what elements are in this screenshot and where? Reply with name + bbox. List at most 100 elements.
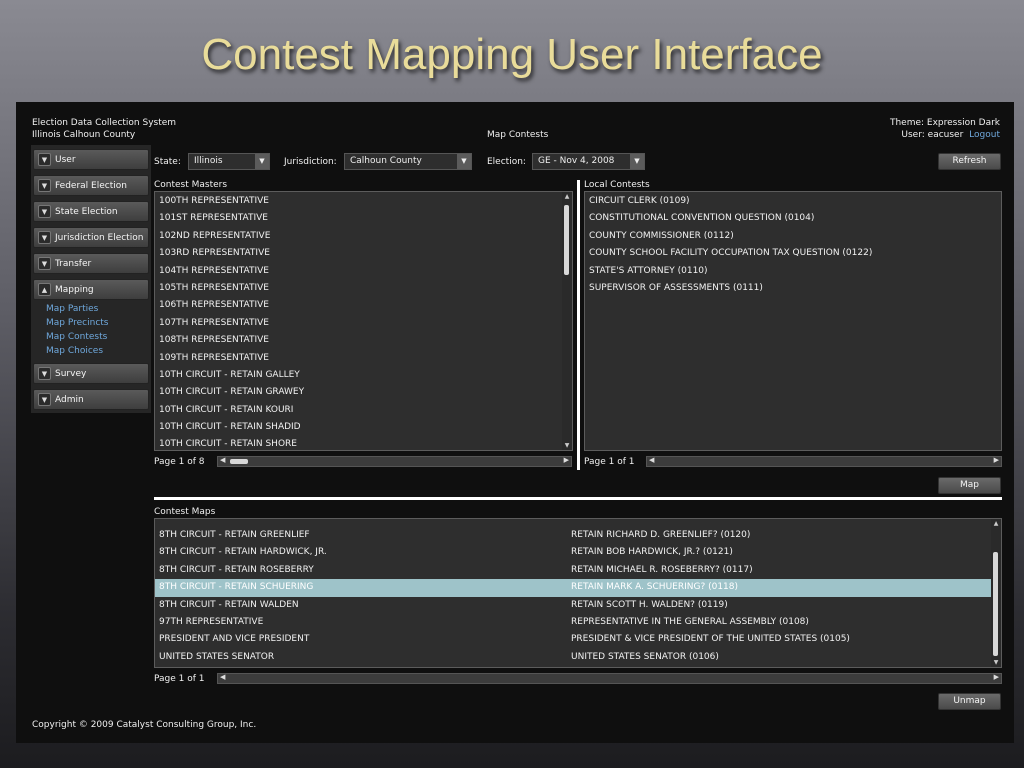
contest-master-row[interactable]: 107TH REPRESENTATIVE [155,315,572,332]
local-contest-row[interactable]: CIRCUIT CLERK (0109) [585,193,1001,210]
page-title: Map Contests [487,130,549,140]
scroll-up-icon[interactable]: ▲ [562,193,572,200]
contest-map-row[interactable]: PRESIDENT AND VICE PRESIDENT PRESIDENT & … [155,631,1001,648]
contest-map-local: RETAIN SCOTT H. WALDEN? (0119) [571,599,728,610]
chevron-down-icon: ▼ [38,231,51,244]
contest-master-row[interactable]: 109TH REPRESENTATIVE [155,350,572,367]
election-select[interactable]: GE - Nov 4, 2008 ▼ [532,153,645,170]
sidebar-link-map-precincts[interactable]: Map Precincts [46,318,108,328]
sidebar-item-mapping[interactable]: ▲ Mapping [33,279,149,300]
local-contests-hscroll[interactable]: ◀ ▶ [646,456,1002,467]
contest-map-row[interactable]: 8TH CIRCUIT - RETAIN WALDEN RETAIN SCOTT … [155,597,1001,614]
chevron-down-icon: ▼ [38,153,51,166]
contest-masters-list[interactable]: 100TH REPRESENTATIVE 101ST REPRESENTATIVE… [154,191,573,451]
scroll-left-icon[interactable]: ◀ [220,456,225,464]
contest-masters-hscroll[interactable]: ◀ ▶ [217,456,572,467]
user-label: User: eacuser [901,130,964,140]
scroll-left-icon[interactable]: ◀ [649,456,654,464]
sidebar-item-state-election[interactable]: ▼ State Election [33,201,149,222]
scroll-left-icon[interactable]: ◀ [220,673,225,681]
slide-title: Contest Mapping User Interface [201,30,823,79]
contest-master-row[interactable]: 103RD REPRESENTATIVE [155,245,572,262]
copyright: Copyright © 2009 Catalyst Consulting Gro… [32,720,257,730]
panel-splitter[interactable] [577,180,580,470]
contest-master-row[interactable]: 10TH CIRCUIT - RETAIN GALLEY [155,367,572,384]
horizontal-splitter[interactable] [154,497,1002,500]
contest-map-row[interactable]: UNITED STATES SENATOR UNITED STATES SENAT… [155,649,1001,666]
chevron-down-icon: ▼ [630,154,644,169]
contest-map-master: 97TH REPRESENTATIVE [159,616,264,627]
scroll-down-icon[interactable]: ▼ [991,659,1001,666]
contest-master-row[interactable]: 104TH REPRESENTATIVE [155,263,572,280]
chevron-down-icon: ▼ [38,179,51,192]
contest-masters-scrollbar[interactable]: ▲ ▼ [562,192,572,450]
contest-map-local: RETAIN RICHARD D. GREENLIEF? (0120) [571,530,751,540]
contest-map-row[interactable]: 97TH REPRESENTATIVE REPRESENTATIVE IN THE… [155,614,1001,631]
local-contests-list[interactable]: CIRCUIT CLERK (0109) CONSTITUTIONAL CONVE… [584,191,1002,451]
scroll-right-icon[interactable]: ▶ [994,673,999,681]
scroll-right-icon[interactable]: ▶ [994,456,999,464]
contest-map-local: PRESIDENT & VICE PRESIDENT OF THE UNITED… [571,634,850,645]
local-contest-row[interactable]: COUNTY COMMISSIONER (0112) [585,228,1001,245]
scroll-thumb[interactable] [230,459,248,464]
sidebar-item-label: Federal Election [55,180,127,191]
local-contest-row[interactable]: SUPERVISOR OF ASSESSMENTS (0111) [585,280,1001,297]
scroll-up-icon[interactable]: ▲ [991,520,1001,527]
sidebar-item-federal-election[interactable]: ▼ Federal Election [33,175,149,196]
sidebar-link-map-choices[interactable]: Map Choices [46,346,103,356]
contest-map-master: 8TH CIRCUIT - RETAIN SCHUERING [159,582,314,593]
contest-master-row[interactable]: 10TH CIRCUIT - RETAIN SHADID [155,419,572,436]
contest-master-row[interactable]: 101ST REPRESENTATIVE [155,210,572,227]
scroll-thumb[interactable] [993,552,998,656]
sidebar-item-label: Jurisdiction Election [55,232,144,243]
contest-maps-page: Page 1 of 1 [154,674,205,684]
local-contests-rows: CIRCUIT CLERK (0109) CONSTITUTIONAL CONVE… [585,192,1001,297]
contest-map-local: RETAIN BOB HARDWICK, JR.? (0121) [571,547,733,558]
contest-maps-hscroll[interactable]: ◀ ▶ [217,673,1002,684]
local-contest-row[interactable]: CONSTITUTIONAL CONVENTION QUESTION (0104… [585,210,1001,227]
local-contest-row[interactable]: STATE'S ATTORNEY (0110) [585,263,1001,280]
logout-link[interactable]: Logout [969,130,1000,140]
unmap-button[interactable]: Unmap [938,693,1001,710]
contest-map-master: 8TH CIRCUIT - RETAIN WALDEN [159,599,299,610]
scroll-thumb[interactable] [564,205,569,275]
contest-master-row[interactable]: 10TH CIRCUIT - RETAIN KOURI [155,402,572,419]
contest-map-row[interactable]: 8TH CIRCUIT - RETAIN HARDWICK, JR. RETAIN… [155,544,1001,561]
contest-maps-list[interactable]: 8TH CIRCUIT - RETAIN GREENLIEF RETAIN RIC… [154,518,1002,668]
contest-master-row[interactable]: 100TH REPRESENTATIVE [155,193,572,210]
contest-map-row[interactable]: 8TH CIRCUIT - RETAIN GREENLIEF RETAIN RIC… [155,527,1001,544]
state-select[interactable]: Illinois ▼ [188,153,270,170]
refresh-button[interactable]: Refresh [938,153,1001,170]
local-contest-row[interactable]: COUNTY SCHOOL FACILITY OCCUPATION TAX QU… [585,245,1001,262]
sidebar-item-survey[interactable]: ▼ Survey [33,363,149,384]
map-button[interactable]: Map [938,477,1001,494]
sidebar-item-user[interactable]: ▼ User [33,149,149,170]
jurisdiction-select[interactable]: Calhoun County ▼ [344,153,472,170]
chevron-down-icon: ▼ [255,154,269,169]
contest-maps-scrollbar[interactable]: ▲ ▼ [991,519,1001,667]
contest-map-master: PRESIDENT AND VICE PRESIDENT [159,634,310,645]
sidebar-item-label: Admin [55,394,84,405]
jurisdiction-label: Jurisdiction: [284,157,337,167]
sidebar-item-jurisdiction-election[interactable]: ▼ Jurisdiction Election [33,227,149,248]
contest-map-row[interactable]: 8TH CIRCUIT - RETAIN ROSEBERRY RETAIN MIC… [155,562,1001,579]
contest-map-local: UNITED STATES SENATOR (0106) [571,651,719,662]
contest-master-row[interactable]: 102ND REPRESENTATIVE [155,228,572,245]
sidebar-link-map-contests[interactable]: Map Contests [46,332,107,342]
sidebar-item-label: Transfer [55,258,92,269]
scroll-right-icon[interactable]: ▶ [564,456,569,464]
contest-master-row[interactable]: 108TH REPRESENTATIVE [155,332,572,349]
contest-map-row[interactable]: 8TH CIRCUIT - RETAIN SCHUERING RETAIN MAR… [155,579,1001,597]
sidebar-item-admin[interactable]: ▼ Admin [33,389,149,410]
contest-master-row[interactable]: 10TH CIRCUIT - RETAIN GRAWEY [155,384,572,401]
chevron-down-icon: ▼ [38,393,51,406]
contest-maps-title: Contest Maps [154,507,216,517]
contest-master-row[interactable]: 105TH REPRESENTATIVE [155,280,572,297]
sidebar-link-map-parties[interactable]: Map Parties [46,304,98,314]
sidebar-item-transfer[interactable]: ▼ Transfer [33,253,149,274]
contest-master-row[interactable]: 10TH CIRCUIT - RETAIN SHORE [155,436,572,450]
theme-label: Theme: Expression Dark [889,118,1000,128]
contest-master-row[interactable]: 106TH REPRESENTATIVE [155,297,572,314]
state-select-value: Illinois [194,156,223,166]
scroll-down-icon[interactable]: ▼ [562,442,572,449]
